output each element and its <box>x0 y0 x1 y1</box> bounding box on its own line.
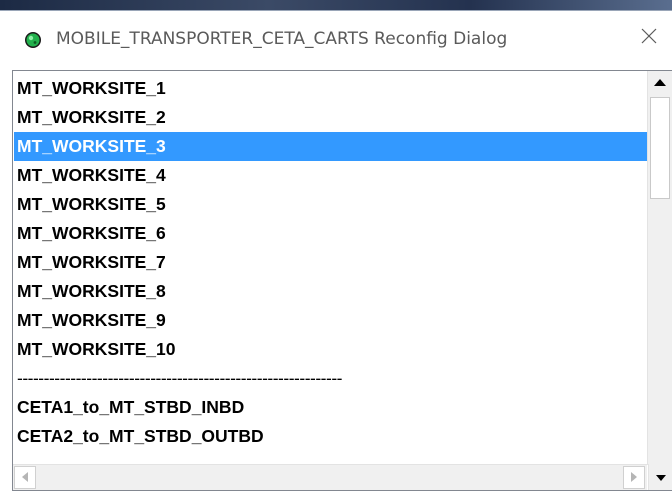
close-button[interactable] <box>626 15 672 61</box>
list-item[interactable]: CETA1_to_MT_STBD_INBD <box>14 393 647 422</box>
scroll-down-button[interactable] <box>648 464 672 490</box>
close-icon <box>641 28 657 49</box>
title-bar[interactable]: MOBILE_TRANSPORTER_CETA_CARTS Reconfig D… <box>0 11 672 67</box>
list-item[interactable]: CETA2_to_MT_STBD_OUTBD <box>14 422 647 451</box>
scroll-thumb[interactable] <box>650 97 670 199</box>
list-item[interactable]: MT_WORKSITE_10 <box>14 335 647 364</box>
horizontal-scrollbar[interactable] <box>13 464 647 490</box>
list-items: MT_WORKSITE_1 MT_WORKSITE_2 MT_WORKSITE_3 M… <box>14 74 647 451</box>
worksite-listbox[interactable]: MT_WORKSITE_1 MT_WORKSITE_2 MT_WORKSITE_3 M… <box>12 70 672 491</box>
list-item[interactable]: MT_WORKSITE_8 <box>14 277 647 306</box>
scroll-up-button[interactable] <box>648 71 672 95</box>
list-item[interactable]: MT_WORKSITE_7 <box>14 248 647 277</box>
list-item[interactable]: MT_WORKSITE_6 <box>14 219 647 248</box>
vertical-scrollbar[interactable] <box>647 71 672 465</box>
list-separator: ----------------------------------------… <box>17 368 343 388</box>
list-item[interactable]: MT_WORKSITE_9 <box>14 306 647 335</box>
list-item[interactable]: MT_WORKSITE_5 <box>14 190 647 219</box>
scroll-left-button[interactable] <box>14 466 36 489</box>
triangle-left-icon <box>22 469 28 487</box>
triangle-up-icon <box>654 74 666 92</box>
list-item[interactable]: MT_WORKSITE_4 <box>14 161 647 190</box>
list-item[interactable]: MT_WORKSITE_1 <box>14 74 647 103</box>
triangle-down-icon <box>655 468 666 486</box>
list-item[interactable]: MT_WORKSITE_2 <box>14 103 647 132</box>
triangle-right-icon <box>631 469 637 487</box>
reconfig-dialog: MOBILE_TRANSPORTER_CETA_CARTS Reconfig D… <box>0 10 672 491</box>
list-item[interactable]: MT_WORKSITE_3 <box>14 132 647 161</box>
scroll-right-button[interactable] <box>623 466 645 489</box>
window-title: MOBILE_TRANSPORTER_CETA_CARTS Reconfig D… <box>56 29 508 49</box>
app-icon <box>24 31 42 49</box>
